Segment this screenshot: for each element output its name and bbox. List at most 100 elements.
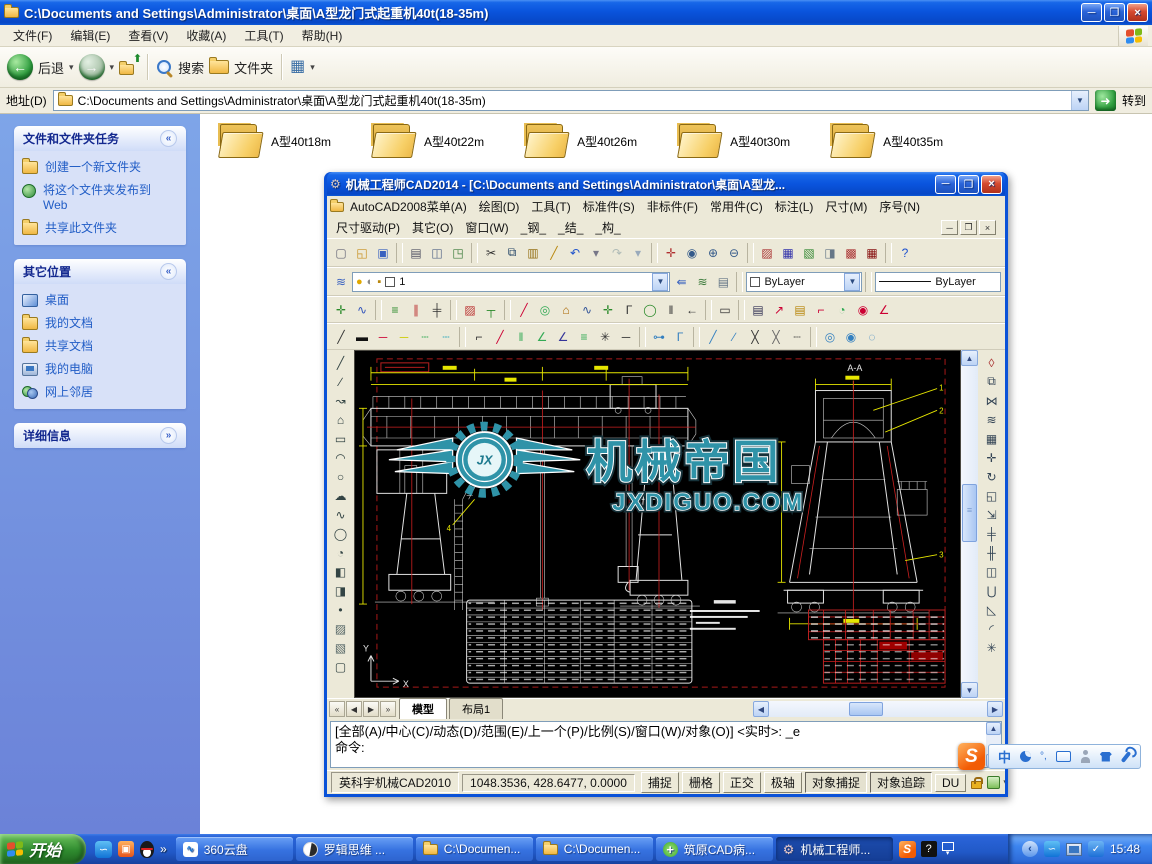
cad-titlebar[interactable]: ⚙ 机械工程师CAD2014 - [C:\Documents and Setti… [327,172,1005,196]
tab-first-icon[interactable]: « [329,701,345,717]
publish-icon[interactable]: ◳ [448,243,468,263]
zoom-window-icon[interactable]: ⊕ [703,243,723,263]
star-asterisk-icon[interactable]: ✳ [595,327,615,347]
folder-tile[interactable]: A型40t30m [677,124,790,158]
cross-light-icon[interactable]: ╳ [766,327,786,347]
fullwidth-moon-icon[interactable] [1020,751,1031,762]
toggle-snap[interactable]: 捕捉 [641,772,679,793]
toggle-object-snap[interactable]: 对象捕捉 [805,772,867,793]
make-block-icon[interactable]: ◨ [331,581,351,600]
menu-standard-parts[interactable]: 标准件(S) [577,197,641,216]
new-file-icon[interactable]: ▢ [331,243,351,263]
lock-icon[interactable] [971,781,982,789]
markup-icon[interactable]: ▩ [841,243,861,263]
menu-file[interactable]: 文件(F) [4,25,61,46]
print-preview-icon[interactable]: ◫ [427,243,447,263]
quicklaunch-overflow-icon[interactable]: » [160,842,167,856]
dim-center-icon[interactable]: ✛ [598,300,618,320]
tray-network-icon[interactable] [1066,843,1082,856]
undo-drop-icon[interactable]: ▾ [586,243,606,263]
settings-wrench-icon[interactable] [1121,751,1132,763]
sogou-logo-icon[interactable]: S [958,743,985,770]
zoom-previous-icon[interactable]: ⊖ [724,243,744,263]
menu-favorites[interactable]: 收藏(A) [177,25,235,46]
help-icon[interactable]: ? [895,243,915,263]
layer-properties-icon[interactable]: ▤ [713,272,733,292]
angle-blue-icon[interactable]: ∠ [553,327,573,347]
angle-red-icon[interactable]: ∠ [874,300,894,320]
scroll-down-icon[interactable]: ▼ [961,682,978,698]
color-combo[interactable]: ByLayer ▼ [746,272,862,292]
tray-v-icon[interactable]: ✓ [1088,841,1104,857]
chevron-up-icon[interactable]: « [160,263,177,280]
folder-tile[interactable]: A型40t22m [371,124,484,158]
menu-common-parts[interactable]: 常用件(C) [704,197,769,216]
line-dash-green-icon[interactable]: ┄ [415,327,435,347]
dim-polygon-icon[interactable]: ⌂ [556,300,576,320]
search-icon[interactable] [156,59,173,76]
ellipse-icon[interactable]: ◯ [331,524,351,543]
restore-button[interactable]: ❐ [1104,3,1125,22]
scroll-up-icon[interactable]: ▲ [986,722,1001,735]
extend-icon[interactable]: ╫ [982,543,1002,562]
task-publish-web[interactable]: 将这个文件夹发布到 Web [22,183,178,213]
dim-line-icon[interactable]: ╱ [514,300,534,320]
back-label[interactable]: 后退 [38,58,64,77]
menu-draw[interactable]: 绘图(D) [473,197,526,216]
address-input[interactable]: C:\Documents and Settings\Administrator\… [53,90,1089,111]
tab-next-icon[interactable]: ▶ [363,701,379,717]
copy-object-icon[interactable]: ⧉ [982,372,1002,391]
menu-help[interactable]: 帮助(H) [293,25,352,46]
print-icon[interactable]: ▤ [406,243,426,263]
tray-360-icon[interactable]: ∽ [1044,841,1060,857]
node-line-2-icon[interactable]: ∕ [724,327,744,347]
rotate-icon[interactable]: ↻ [982,467,1002,486]
address-dropdown-icon[interactable]: ▼ [1071,91,1088,110]
layer-states-icon[interactable]: ≋ [692,272,712,292]
toggle-ducs[interactable]: DU [935,774,966,792]
chevron-up-icon[interactable]: « [160,130,177,147]
explode-icon[interactable]: ✳ [982,638,1002,657]
taskbar-button-folder1[interactable]: C:\Documen... [416,837,533,861]
zoom-realtime-icon[interactable]: ◉ [682,243,702,263]
circle-target-icon[interactable]: ◎ [820,327,840,347]
layer-combo[interactable]: ● ◐ ▪ 1 ▼ [352,272,670,292]
offset-icon[interactable]: ≋ [982,410,1002,429]
move-icon[interactable]: ✛ [982,448,1002,467]
back-icon[interactable]: ← [7,54,33,80]
polyline-icon[interactable]: ↝ [331,391,351,410]
insert-block-icon[interactable]: ◧ [331,562,351,581]
dim-corner-icon[interactable]: Γ [619,300,639,320]
dim-frame-icon[interactable]: ‖ [661,300,681,320]
search-label[interactable]: 搜索 [178,58,204,77]
arc-dim-icon[interactable]: ◔ [832,300,852,320]
dim-arrow-icon[interactable]: ← [682,300,702,320]
corner-join-icon[interactable]: ⌐ [469,327,489,347]
taskbar-button-luoji[interactable]: 罗辑思维 ... [296,837,413,861]
circle-center-icon[interactable]: ◉ [841,327,861,347]
folders-label[interactable]: 文件夹 [234,58,273,77]
go-icon[interactable]: ➜ [1095,90,1116,111]
point-icon[interactable]: • [331,600,351,619]
rectangle-icon[interactable]: ▭ [331,429,351,448]
toggle-ortho[interactable]: 正交 [723,772,761,793]
slope-red-icon[interactable]: ╱ [490,327,510,347]
toggle-polar[interactable]: 极轴 [764,772,802,793]
dim-wave-icon[interactable]: ∿ [577,300,597,320]
angle-green-icon[interactable]: ∠ [532,327,552,347]
dim-oblong-icon[interactable]: ◯ [640,300,660,320]
tick-marks-icon[interactable]: ≡ [574,327,594,347]
line-icon[interactable]: ╱ [331,353,351,372]
linetype-combo[interactable]: ByLayer [875,272,1001,292]
circle-dashed-icon[interactable]: ◌ [862,327,882,347]
toggle-grid[interactable]: 栅格 [682,772,720,793]
paste-icon[interactable]: ▥ [523,243,543,263]
quicklaunch-qq-icon[interactable] [140,841,154,858]
place-my-documents[interactable]: 我的文档 [22,316,178,331]
undo-icon[interactable]: ↶ [565,243,585,263]
task-share-folder[interactable]: 共享此文件夹 [22,221,178,236]
line-yellow-icon[interactable]: ─ [394,327,414,347]
soft-keyboard-icon[interactable] [1056,751,1071,762]
menu-nonstandard-parts[interactable]: 非标件(F) [641,197,704,216]
place-network[interactable]: 网上邻居 [22,385,178,400]
